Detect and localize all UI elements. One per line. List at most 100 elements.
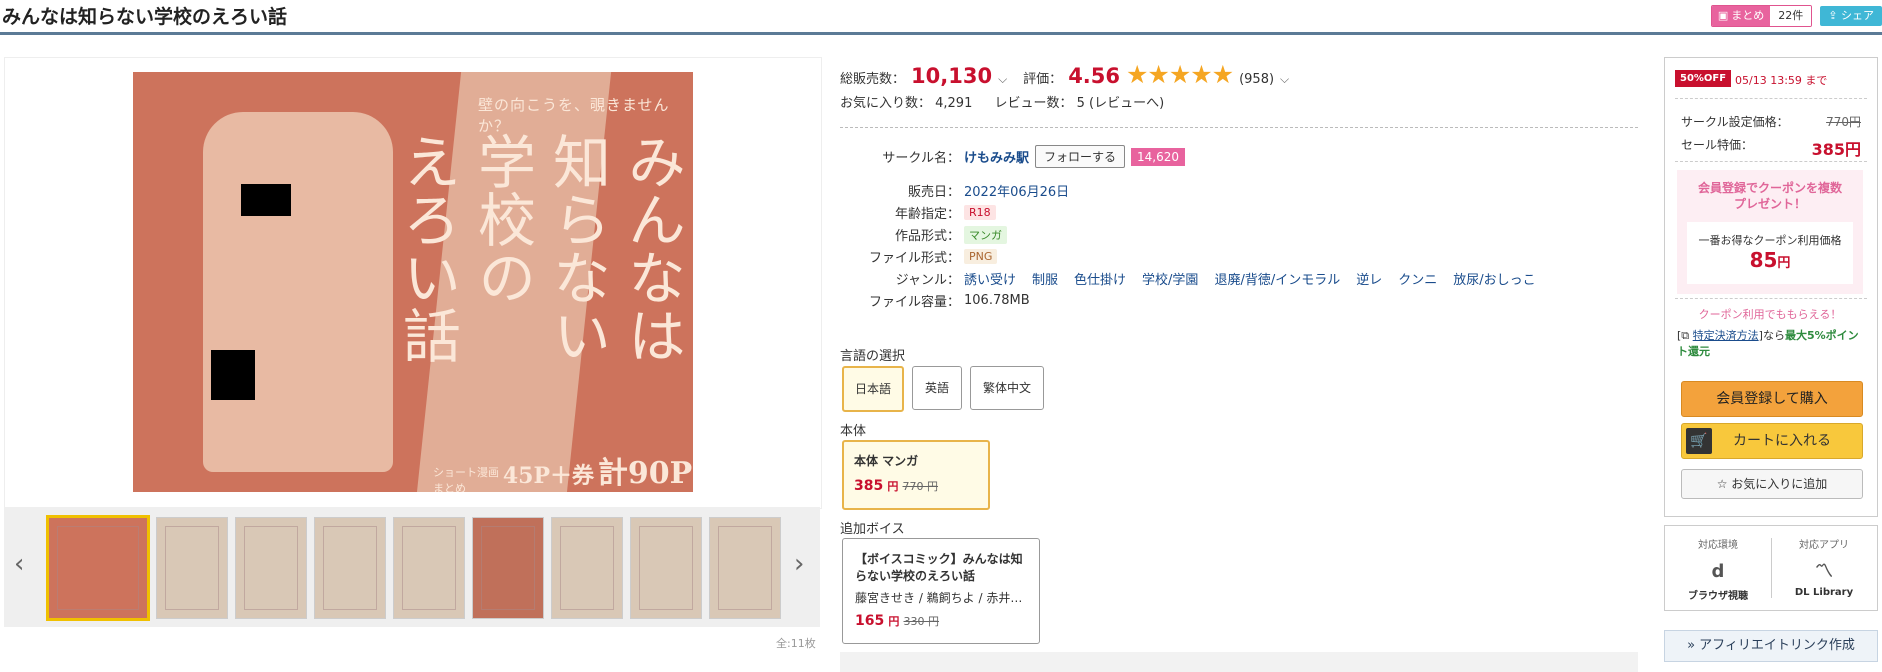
thumbnail-art (718, 526, 772, 610)
matome-label-wrap: ▣ まとめ (1711, 6, 1771, 26)
compatibility-box: 対応環境 d ブラウザ視聴 対応アプリ 〽 DL Library (1664, 525, 1878, 611)
points-info: クーポン利用でももらえる！ [⧉ 特定決済方法]なら最大5%ポイント還元 (1677, 306, 1863, 360)
language-option-ja[interactable]: 日本語 (842, 366, 904, 412)
genre-tag[interactable]: 制服 (1032, 269, 1058, 288)
file-format-row: ファイル形式： PNG (840, 247, 998, 266)
register-buy-button[interactable]: 会員登録して購入 (1681, 381, 1863, 417)
release-label: 販売日： (907, 185, 960, 200)
affiliate-link-button[interactable]: » アフィリエイトリンク作成 (1664, 630, 1878, 662)
genre-tag[interactable]: 誘い受け (964, 269, 1016, 288)
share-button[interactable]: ⇪ シェア (1820, 6, 1882, 26)
coupon-box[interactable]: 会員登録でクーポンを複数 プレゼント！ 一番お得なクーポン利用価格 85円 (1677, 170, 1863, 294)
cover-footer: ショート漫画 まとめ 45P＋券 計90P (433, 448, 692, 492)
thumbnail[interactable] (551, 517, 623, 619)
divider (1675, 161, 1867, 162)
genre-tag[interactable]: 放尿/おしっこ (1453, 269, 1535, 288)
circle-link[interactable]: けもみみ駅 (964, 147, 1029, 166)
cover-footer-prefix: ショート漫画 まとめ (433, 465, 499, 493)
genre-tag[interactable]: 逆レ (1356, 269, 1382, 288)
env-label: 対応環境 (1698, 540, 1738, 551)
thumbnail[interactable] (314, 517, 386, 619)
file-format-label: ファイル形式： (868, 251, 960, 266)
coupon-price-wrap: 85円 (1687, 248, 1853, 272)
star-outline-icon: ☆ (1716, 477, 1728, 491)
release-value[interactable]: 2022年06月26日 (964, 181, 1069, 200)
main-image-viewer[interactable]: 壁の向こうを、覗きませんか？ みんなは 知らない 学校の えろい話 ショート漫画… (4, 57, 822, 509)
external-link-icon: ⧉ (1681, 329, 1690, 342)
size-row: ファイル容量： 106.78MB (840, 291, 1030, 310)
edition-price: 385 円 770 円 (854, 478, 938, 494)
thumbnail[interactable] (156, 517, 228, 619)
cover-image[interactable]: 壁の向こうを、覗きませんか？ みんなは 知らない 学校の えろい話 ショート漫画… (133, 72, 693, 492)
favorite-count: お気に入り数： 4,291 (840, 96, 973, 111)
age-badge[interactable]: R18 (964, 205, 996, 220)
thumbnail[interactable] (630, 517, 702, 619)
sale-until: 05/13 13:59 まで (1735, 74, 1828, 87)
voice-name: 【ボイスコミック】みんなは知らない学校のえろい話 (855, 552, 1023, 583)
thumbnail[interactable] (472, 517, 544, 619)
coupon-unit: 円 (1777, 256, 1791, 271)
add-to-cart-button[interactable]: 🛒 カートに入れる (1681, 423, 1863, 459)
dl-library-icon: 〽 (1815, 561, 1833, 582)
thumbnail[interactable] (235, 517, 307, 619)
cart-icon: 🛒 (1686, 428, 1712, 454)
sales-label: 総販売数： (840, 72, 906, 87)
voice-actors: 藤宮きせき / 鵜飼ちよ / 赤井… (855, 591, 1023, 605)
chevron-down-icon[interactable]: ⌵ (998, 72, 1007, 87)
thumbnail[interactable] (46, 515, 150, 621)
env-value[interactable]: ブラウザ視聴 (1665, 587, 1771, 602)
genre-label: ジャンル： (895, 273, 960, 288)
sales-rating: 総販売数： 10,130 ⌵ 評価： 4.56 ★★★★★ (958) ⌵ (840, 60, 1289, 89)
cover-figures (203, 112, 393, 472)
star-rating-icon: ★★★★★ (1126, 60, 1234, 89)
circle-row: サークル名： けもみみ駅 フォローする 14,620 (840, 145, 1186, 168)
thumbnail[interactable] (393, 517, 465, 619)
edition-price-value: 385 (854, 478, 884, 494)
age-label: 年齢指定： (894, 207, 960, 222)
prev-arrow-icon[interactable]: ‹ (14, 549, 24, 579)
rating-label: 評価： (1023, 72, 1063, 87)
genre-row: ジャンル： 誘い受け 制服 色仕掛け 学校/学園 退廃/背徳/インモラル 逆レ … (840, 269, 1546, 288)
list-price-label: サークル設定価格： (1681, 115, 1789, 129)
language-option-en[interactable]: 英語 (912, 366, 962, 410)
genre-tag[interactable]: 学校/学園 (1142, 269, 1198, 288)
chevron-down-icon[interactable]: ⌵ (1280, 72, 1289, 87)
thumbnail-art (639, 526, 693, 610)
size-value: 106.78MB (964, 293, 1030, 308)
next-arrow-icon[interactable]: › (794, 549, 804, 579)
review-link[interactable]: レビュー数： 5 (レビューへ) (995, 96, 1165, 111)
cover-footer-total: 計90P (597, 456, 693, 491)
title-actions: ▣ まとめ 22件 ⇪ シェア (1710, 5, 1882, 27)
points-suffix: なら (1762, 329, 1785, 342)
app-value[interactable]: DL Library (1771, 587, 1877, 598)
voice-price-value: 165 (855, 613, 885, 629)
sale-price: 385円 (1811, 140, 1861, 159)
favorite-review-counts: お気に入り数： 4,291 レビュー数： 5 (レビューへ) (840, 92, 1164, 111)
share-label: シェア (1841, 9, 1874, 22)
genre-tag[interactable]: クンニ (1398, 269, 1437, 288)
genre-tag[interactable]: 退廃/背徳/インモラル (1214, 269, 1340, 288)
language-label: 言語の選択 (840, 349, 906, 364)
points-title: クーポン利用でももらえる！ (1698, 308, 1842, 321)
release-row: 販売日： 2022年06月26日 (840, 181, 1069, 200)
matome-button[interactable]: ▣ まとめ 22件 (1710, 5, 1813, 27)
edition-section-label: 本体 (840, 424, 867, 439)
coupon-title: 会員登録でクーポンを複数 プレゼント！ (1697, 181, 1842, 211)
language-option-zh[interactable]: 繁体中文 (970, 366, 1044, 410)
edition-original-price: 770 円 (902, 480, 939, 493)
cover-footer-bonus: 券 (572, 463, 595, 489)
list-price: 770円 (1826, 115, 1861, 129)
format-badge[interactable]: マンガ (964, 225, 1007, 244)
thumbnail[interactable] (709, 517, 781, 619)
thumbnail-art (481, 526, 535, 610)
genre-tag[interactable]: 色仕掛け (1074, 269, 1126, 288)
censor-bar (241, 184, 291, 216)
voice-option[interactable]: 【ボイスコミック】みんなは知らない学校のえろい話 藤宮きせき / 鵜飼ちよ / … (842, 538, 1040, 644)
edition-name: 本体 マンガ (854, 454, 919, 468)
add-favorite-button[interactable]: ☆ お気に入りに追加 (1681, 469, 1863, 499)
censor-bar (211, 350, 255, 400)
fav-label: お気に入りに追加 (1731, 477, 1828, 491)
edition-option[interactable]: 本体 マンガ 385 円 770 円 (842, 440, 990, 510)
follow-button[interactable]: フォローする (1035, 145, 1126, 168)
points-link[interactable]: 特定決済方法 (1693, 329, 1759, 342)
